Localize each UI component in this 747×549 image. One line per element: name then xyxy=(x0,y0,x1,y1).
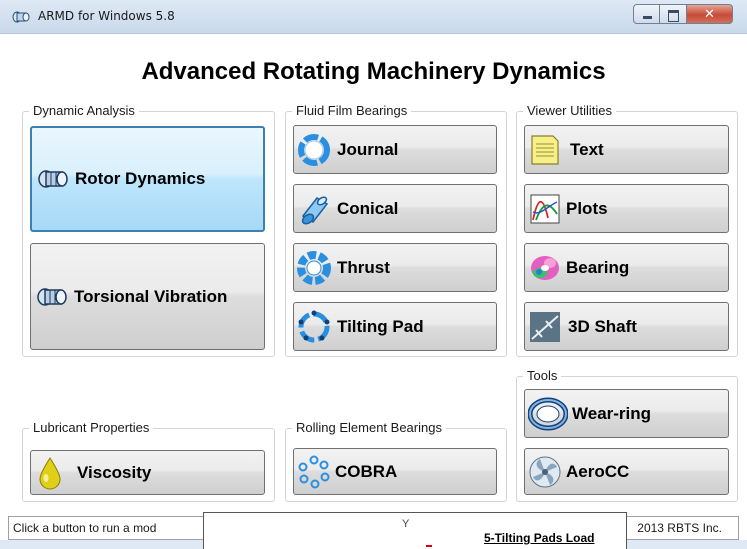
copyright-text: 2013 RBTS Inc. xyxy=(637,521,722,535)
conical-label: Conical xyxy=(337,198,399,218)
preview-title: 5-Tilting Pads Load xyxy=(484,531,595,545)
thrust-label: Thrust xyxy=(337,257,390,277)
plots-button[interactable]: Plots xyxy=(524,184,729,233)
plots-label: Plots xyxy=(566,198,608,218)
rotor-icon xyxy=(37,287,67,306)
group-label: Rolling Element Bearings xyxy=(292,420,446,436)
text-file-icon xyxy=(531,134,559,165)
viscosity-button[interactable]: Viscosity xyxy=(30,450,265,495)
journal-bearing-icon xyxy=(298,133,330,166)
3d-shaft-button[interactable]: 3D Shaft xyxy=(524,302,729,351)
bearing-view-icon xyxy=(531,255,559,280)
group-label: Lubricant Properties xyxy=(29,420,154,436)
group-label: Dynamic Analysis xyxy=(29,103,139,119)
group-label: Fluid Film Bearings xyxy=(292,103,412,119)
status-text: Click a button to run a mod xyxy=(13,521,157,535)
journal-label: Journal xyxy=(337,139,399,159)
ball-bearing-icon xyxy=(298,455,330,488)
wear-ring-icon xyxy=(528,397,568,430)
cobra-button[interactable]: COBRA xyxy=(293,448,497,495)
group-label: Viewer Utilities xyxy=(523,103,617,119)
axis-label: Y xyxy=(402,518,410,530)
cobra-label: COBRA xyxy=(335,461,398,481)
app-icon xyxy=(12,11,30,23)
text-label: Text xyxy=(570,139,604,159)
bearing-viewer-button[interactable]: Bearing xyxy=(524,243,729,292)
minimize-button[interactable] xyxy=(633,4,660,24)
close-button[interactable] xyxy=(687,4,733,24)
3d-shaft-label: 3D Shaft xyxy=(568,316,637,336)
maximize-button[interactable] xyxy=(660,4,687,24)
fan-icon xyxy=(529,456,561,487)
thrust-bearing-icon xyxy=(297,250,331,285)
main-window: ARMD for Windows 5.8 Advanced Rotating M… xyxy=(0,0,747,549)
torsional-vibration-button[interactable]: Torsional Vibration xyxy=(30,243,265,350)
aerocc-button[interactable]: AeroCC xyxy=(524,448,729,495)
text-button[interactable]: Text xyxy=(524,125,729,174)
title-bar[interactable]: ARMD for Windows 5.8 xyxy=(0,0,747,34)
tilting-pad-button[interactable]: Tilting Pad xyxy=(293,302,497,351)
journal-button[interactable]: Journal xyxy=(293,125,497,174)
group-label: Tools xyxy=(523,368,562,384)
wear-ring-button[interactable]: Wear-ring xyxy=(524,389,729,438)
page-title: Advanced Rotating Machinery Dynamics xyxy=(141,58,606,85)
viscosity-label: Viscosity xyxy=(77,462,152,482)
oil-drop-icon xyxy=(39,456,61,489)
rotor-dynamics-label: Rotor Dynamics xyxy=(75,169,206,188)
shaft-3d-icon xyxy=(530,311,560,342)
window-title: ARMD for Windows 5.8 xyxy=(38,9,175,23)
rotor-dynamics-button[interactable]: Rotor Dynamics xyxy=(30,126,265,232)
conical-bearing-icon xyxy=(301,195,329,225)
thrust-button[interactable]: Thrust xyxy=(293,243,497,292)
conical-button[interactable]: Conical xyxy=(293,184,497,233)
bearing-label: Bearing xyxy=(566,257,630,277)
rotor-icon xyxy=(38,170,68,188)
wear-ring-label: Wear-ring xyxy=(572,403,652,423)
preview-window[interactable]: Y 5-Tilting Pads Load xyxy=(203,512,627,549)
tilting-pad-icon xyxy=(298,310,330,342)
torsional-vibration-label: Torsional Vibration xyxy=(74,286,228,306)
plot-icon xyxy=(530,194,560,223)
aerocc-label: AeroCC xyxy=(566,461,630,481)
load-vector-mark xyxy=(426,545,432,547)
tilting-pad-label: Tilting Pad xyxy=(337,316,424,336)
